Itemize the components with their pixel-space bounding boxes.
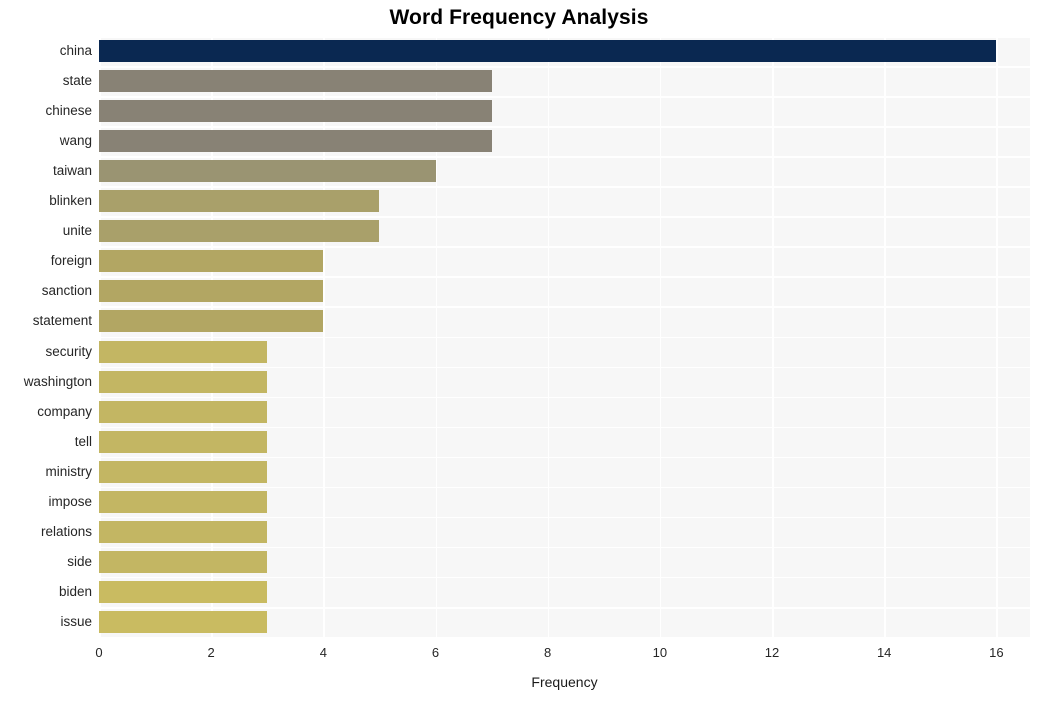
bar-fill (99, 160, 436, 183)
bar (99, 340, 268, 363)
x-axis-tick-label: 14 (876, 645, 892, 660)
x-axis-tick-label: 10 (652, 645, 668, 660)
y-axis-tick-label: unite (62, 223, 92, 239)
x-axis-tick-label: 16 (989, 645, 1004, 660)
bar-fill (99, 490, 268, 513)
y-axis-tick-label: blinken (49, 193, 92, 209)
y-axis-tick-label: impose (48, 493, 92, 509)
y-axis-tick-label: statement (32, 313, 92, 329)
bar-fill (99, 580, 268, 603)
bar-fill (99, 190, 380, 213)
bar (99, 70, 492, 93)
y-axis-tick-label: wang (59, 133, 92, 149)
y-axis-tick-label: foreign (50, 253, 92, 269)
bar (99, 100, 492, 123)
bar-fill (99, 430, 268, 453)
y-axis-tick-label: company (37, 403, 92, 419)
x-axis-tick-label: 0 (95, 645, 103, 660)
bar (99, 310, 324, 333)
y-axis-tick-label: taiwan (52, 163, 92, 179)
x-axis-tick-label: 6 (431, 645, 440, 660)
bar (99, 280, 324, 303)
bar-fill (99, 310, 324, 333)
bar (99, 220, 380, 243)
y-axis-tick-label: relations (40, 523, 92, 539)
chart-title: Word Frequency Analysis (389, 6, 649, 29)
bar (99, 580, 268, 603)
x-axis-title: Frequency (531, 674, 598, 690)
bar-series (99, 36, 1030, 637)
bar-fill (99, 280, 324, 303)
bar-fill (99, 610, 268, 633)
bar (99, 160, 436, 183)
bar (99, 250, 324, 273)
bar (99, 490, 268, 513)
bar (99, 130, 492, 153)
bar (99, 190, 380, 213)
y-axis-tick-label: ministry (45, 463, 93, 479)
x-axis-tick-label: 4 (319, 645, 327, 660)
y-axis-tick-label: chinese (45, 103, 92, 119)
bar (99, 430, 268, 453)
plot-area (99, 36, 1030, 639)
bar-fill (99, 220, 380, 243)
y-axis-tick-label: state (62, 73, 92, 89)
x-axis-tick-label: 8 (544, 645, 552, 660)
bar (99, 520, 268, 543)
bar-fill (99, 520, 268, 543)
bar (99, 400, 268, 423)
y-axis-tick-label: side (67, 553, 92, 569)
y-axis-tick-label: tell (74, 433, 92, 449)
bar-fill (99, 250, 324, 273)
x-axis-tick-labels: 0 2 4 6 8 10 12 14 16 (95, 645, 1030, 663)
word-frequency-chart-figure: Word Frequency Analysis china state chines… (0, 0, 1038, 701)
bar-fill (99, 100, 492, 123)
bar (99, 40, 997, 63)
x-axis-tick-label: 2 (207, 645, 215, 660)
bar (99, 370, 268, 393)
gridline-horizontal (99, 637, 1030, 639)
bar-fill (99, 400, 268, 423)
bar-fill (99, 70, 492, 93)
x-axis-tick-label: 12 (764, 645, 780, 660)
bar-fill (99, 460, 268, 483)
bar (99, 460, 268, 483)
y-axis-tick-label: security (45, 343, 92, 359)
bar (99, 610, 268, 633)
y-axis-tick-labels: china state chinese wang taiwan blinken unite f… (0, 36, 92, 637)
bar-fill (99, 340, 268, 363)
y-axis-tick-label: washington (23, 373, 92, 389)
bar-fill (99, 130, 492, 153)
y-axis-tick-label: issue (60, 613, 92, 629)
bar (99, 550, 268, 573)
y-axis-tick-label: biden (58, 583, 92, 599)
bar-fill (99, 370, 268, 393)
y-axis-tick-label: sanction (41, 283, 92, 299)
bar-fill (99, 40, 997, 63)
y-axis-tick-label: china (59, 43, 92, 59)
bar-fill (99, 550, 268, 573)
